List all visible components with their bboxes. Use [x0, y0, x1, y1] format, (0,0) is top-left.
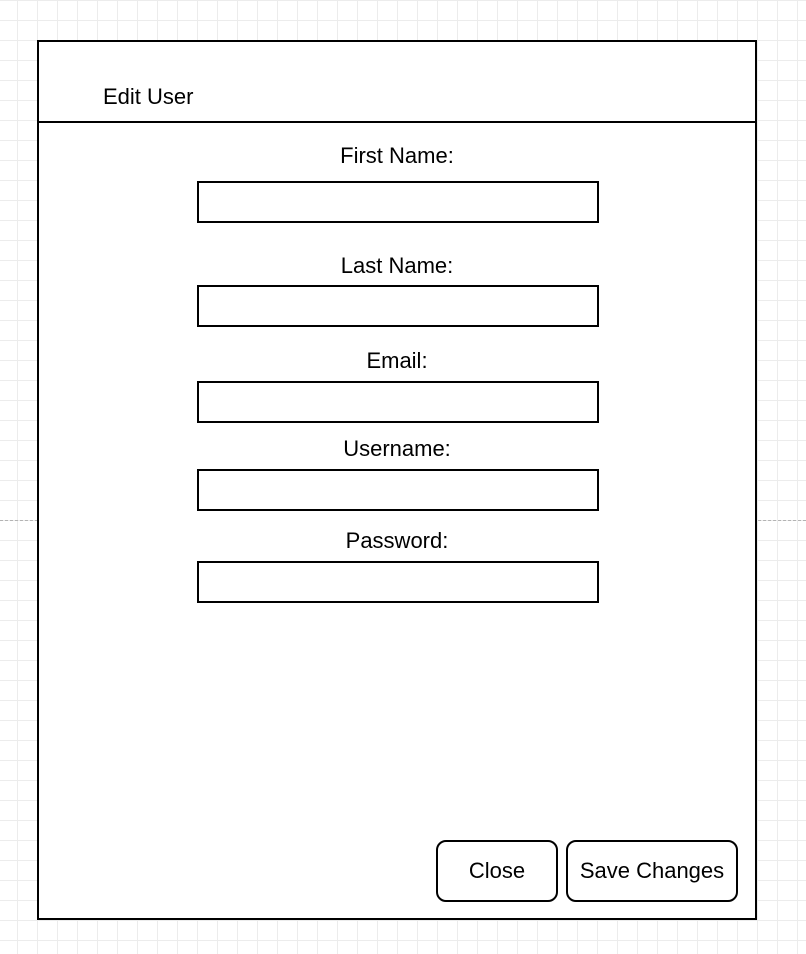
dialog-header: Edit User [39, 42, 755, 123]
email-input[interactable] [197, 381, 599, 423]
last-name-input[interactable] [197, 285, 599, 327]
first-name-input[interactable] [197, 181, 599, 223]
password-label: Password: [345, 528, 449, 553]
close-button[interactable]: Close [436, 840, 558, 902]
password-input[interactable] [197, 561, 599, 603]
username-label: Username: [343, 436, 451, 461]
dialog-title: Edit User [103, 84, 194, 109]
save-changes-button[interactable]: Save Changes [566, 840, 738, 902]
username-input[interactable] [197, 469, 599, 511]
first-name-label: First Name: [340, 143, 454, 168]
email-label: Email: [366, 348, 428, 373]
edit-user-dialog: Edit User First Name: Last Name: Email: … [37, 40, 757, 920]
last-name-label: Last Name: [340, 253, 454, 278]
